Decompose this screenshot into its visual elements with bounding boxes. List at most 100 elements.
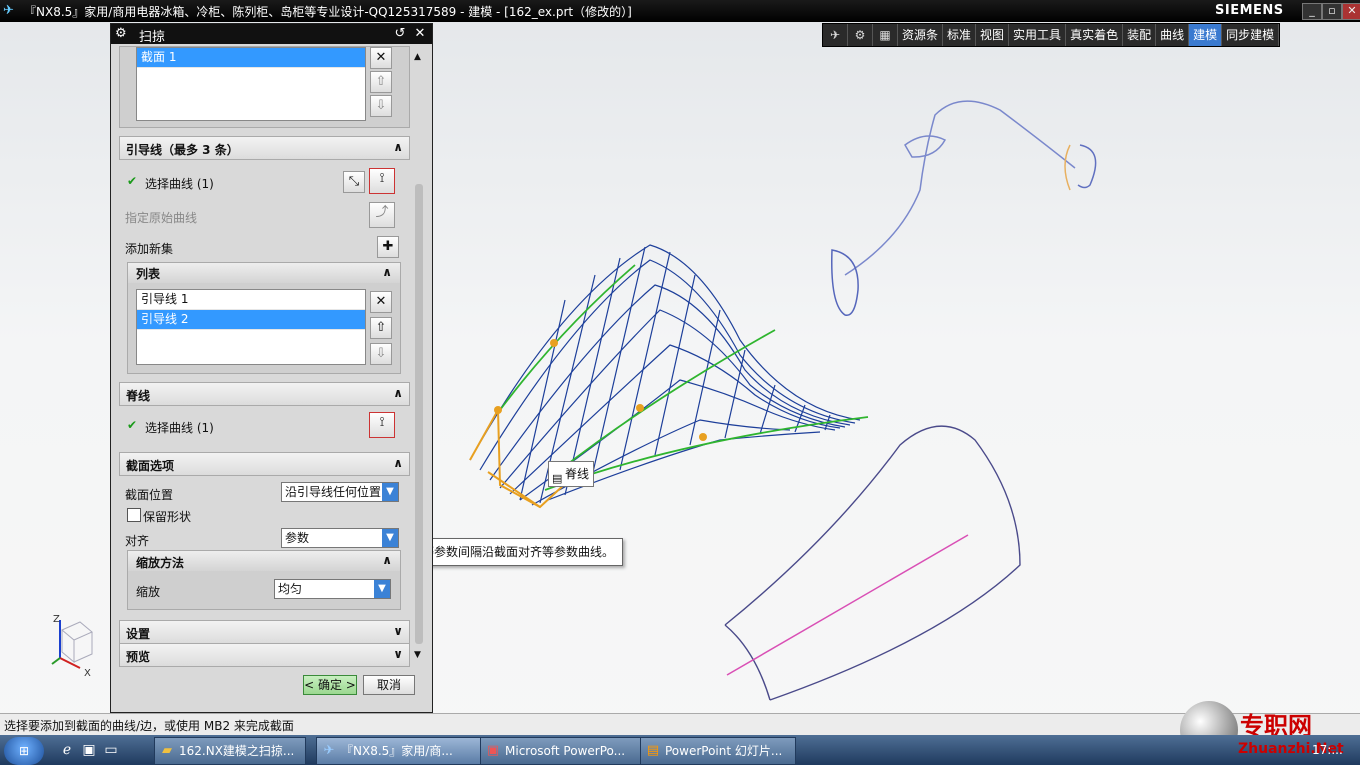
taskbar-item-folder[interactable]: ▰ 162.NX建模之扫掠... xyxy=(154,737,306,765)
guide-point-1[interactable] xyxy=(550,339,558,347)
list-header-label: 列表 xyxy=(136,267,161,281)
clock[interactable]: 17:... xyxy=(1312,743,1343,757)
preview-section-header[interactable]: 预览 ∨ xyxy=(119,643,410,667)
settings-label: 设置 xyxy=(126,627,151,641)
curve-rule-icon[interactable]: ⤡ xyxy=(343,171,365,193)
guide-point-3[interactable] xyxy=(699,433,707,441)
taskbar-item-label: 162.NX建模之扫掠... xyxy=(179,744,295,758)
section-position-dropdown[interactable]: 沿引导线任何位置 ▼ xyxy=(281,482,399,502)
remove-icon[interactable]: ✕ xyxy=(370,47,392,69)
spine-header-label: 脊线 xyxy=(126,389,151,403)
section-options-header[interactable]: 截面选项 ∧ xyxy=(119,452,410,476)
section-options-label: 截面选项 xyxy=(126,459,175,473)
alignment-tooltip: 按等参数间隔沿截面对齐等参数曲线。 xyxy=(401,538,624,566)
spine-label-tag[interactable]: ▤ 脊线 xyxy=(548,461,595,487)
guide-point-4[interactable] xyxy=(494,406,502,414)
collapse-icon[interactable]: ∧ xyxy=(393,140,403,154)
axis-triad: Z X xyxy=(51,614,93,679)
taskbar-item-powerpoint[interactable]: ▣ Microsoft PowerPo... xyxy=(480,737,642,765)
guides-section-header[interactable]: 引导线（最多 3 条） ∧ xyxy=(119,136,410,160)
section-list-panel: 截面 1 ✕ ⇧ ⇩ xyxy=(119,46,410,128)
gear-icon[interactable]: ⚙ xyxy=(115,26,127,41)
taskbar-item-nx[interactable]: ✈ 『NX8.5』家用/商... xyxy=(316,737,482,765)
collapse-icon[interactable]: ∧ xyxy=(393,386,403,400)
chevron-down-icon[interactable]: ▼ xyxy=(382,483,398,501)
section-position-label: 截面位置 xyxy=(125,488,174,502)
alignment-label: 对齐 xyxy=(125,534,150,548)
taskbar-item-label: Microsoft PowerPo... xyxy=(505,744,626,758)
taskbar-item-label: 『NX8.5』家用/商... xyxy=(341,744,453,758)
section-list[interactable]: 截面 1 xyxy=(136,47,366,121)
add-set-icon[interactable]: ✚ xyxy=(377,236,399,258)
dropdown-value: 均匀 xyxy=(278,582,303,596)
keep-shape-checkbox[interactable] xyxy=(127,508,141,522)
dialog-title: 扫掠 xyxy=(139,30,166,45)
guides-list[interactable]: 引导线 1 引导线 2 xyxy=(136,289,366,365)
spine-section-header[interactable]: 脊线 ∧ xyxy=(119,382,410,406)
scaling-header[interactable]: 缩放方法 ∧ xyxy=(128,551,400,571)
spine-tag-text: 脊线 xyxy=(565,467,590,481)
taskbar-item-slideshow[interactable]: ▤ PowerPoint 幻灯片... xyxy=(640,737,796,765)
settings-section-header[interactable]: 设置 ∨ xyxy=(119,620,410,644)
guides-list-panel: 列表 ∧ 引导线 1 引导线 2 ✕ ⇧ ⇩ xyxy=(127,262,401,374)
move-up-icon[interactable]: ⇧ xyxy=(370,71,392,93)
dropdown-value: 沿引导线任何位置 xyxy=(285,485,382,499)
sweep-dialog: ⚙ 扫掠 ↺ ✕ 截面 1 ✕ ⇧ ⇩ ▲ ▼ 引导线（最多 3 条） ∧ ✔ … xyxy=(110,23,433,713)
origin-curve-icon[interactable]: ⤴ xyxy=(369,202,395,228)
desktop-icon[interactable]: ▭ xyxy=(102,741,120,759)
guides-list-header[interactable]: 列表 ∧ xyxy=(128,263,400,283)
spine-panel: ✔ 选择曲线 (1) ⟟ xyxy=(119,406,408,448)
guide-point-2[interactable] xyxy=(636,404,644,412)
scale-dropdown[interactable]: 均匀 ▼ xyxy=(274,579,391,599)
check-icon: ✔ xyxy=(127,418,138,432)
remove-icon[interactable]: ✕ xyxy=(370,291,392,313)
reset-icon[interactable]: ↺ xyxy=(391,25,409,42)
chevron-down-icon[interactable]: ▼ xyxy=(382,529,398,547)
select-curve-icon[interactable]: ⟟ xyxy=(369,412,395,438)
move-down-icon[interactable]: ⇩ xyxy=(370,95,392,117)
cancel-button[interactable]: 取消 xyxy=(363,675,415,695)
section-options-panel: 截面位置 沿引导线任何位置 ▼ 保留形状 对齐 参数 ▼ 缩放方法 ∧ 缩放 均… xyxy=(119,476,408,616)
expand-icon[interactable]: ∨ xyxy=(393,647,403,661)
alignment-dropdown[interactable]: 参数 ▼ xyxy=(281,528,399,548)
collapse-icon[interactable]: ∧ xyxy=(382,265,392,279)
dropdown-value: 参数 xyxy=(285,531,310,545)
list-item[interactable]: 截面 1 xyxy=(137,48,365,68)
dialog-scrollbar[interactable] xyxy=(415,184,423,644)
list-item[interactable]: 引导线 1 xyxy=(137,290,365,310)
ie-icon[interactable]: ℯ xyxy=(58,741,76,759)
start-button[interactable]: ⊞ xyxy=(4,737,44,765)
spine-select-curve[interactable]: 选择曲线 (1) xyxy=(145,419,214,436)
status-prompt: 选择要添加到截面的曲线/边，或使用 MB2 来完成截面 xyxy=(4,719,294,733)
axis-z-label: Z xyxy=(53,614,60,625)
slideshow-icon: ▤ xyxy=(646,743,660,758)
specify-origin-label[interactable]: 指定原始曲线 xyxy=(125,209,197,226)
keep-shape-label[interactable]: 保留形状 xyxy=(143,508,191,525)
chevron-down-icon[interactable]: ▼ xyxy=(374,580,390,598)
nx-icon: ✈ xyxy=(323,743,335,758)
folder-icon: ▰ xyxy=(162,743,172,758)
collapse-icon[interactable]: ∧ xyxy=(382,553,392,567)
expand-icon[interactable]: ∨ xyxy=(393,624,403,638)
add-new-set-label[interactable]: 添加新集 xyxy=(125,240,173,257)
move-up-icon[interactable]: ⇧ xyxy=(370,317,392,339)
guides-select-curve[interactable]: 选择曲线 (1) xyxy=(145,175,214,192)
scroll-up-icon[interactable]: ▲ xyxy=(414,52,421,62)
preview-label: 预览 xyxy=(126,650,151,664)
move-down-icon[interactable]: ⇩ xyxy=(370,343,392,365)
scroll-down-icon[interactable]: ▼ xyxy=(414,650,421,660)
list-item[interactable]: 引导线 2 xyxy=(137,310,365,330)
explorer-icon[interactable]: ▣ xyxy=(80,741,98,759)
select-curve-icon[interactable]: ⟟ xyxy=(369,168,395,194)
scale-label: 缩放 xyxy=(136,585,161,599)
list-icon: ▤ xyxy=(552,472,563,485)
powerpoint-icon: ▣ xyxy=(486,743,500,758)
ok-button[interactable]: < 确定 > xyxy=(303,675,357,695)
collapse-icon[interactable]: ∧ xyxy=(393,456,403,470)
status-bar: 选择要添加到截面的曲线/边，或使用 MB2 来完成截面 xyxy=(0,713,1360,736)
dialog-header: ⚙ 扫掠 ↺ ✕ xyxy=(111,24,432,45)
close-dialog-icon[interactable]: ✕ xyxy=(411,25,429,42)
scaling-panel: 缩放方法 ∧ 缩放 均匀 ▼ xyxy=(127,550,401,610)
axis-x-label: X xyxy=(84,668,91,679)
taskbar-item-label: PowerPoint 幻灯片... xyxy=(665,744,783,758)
